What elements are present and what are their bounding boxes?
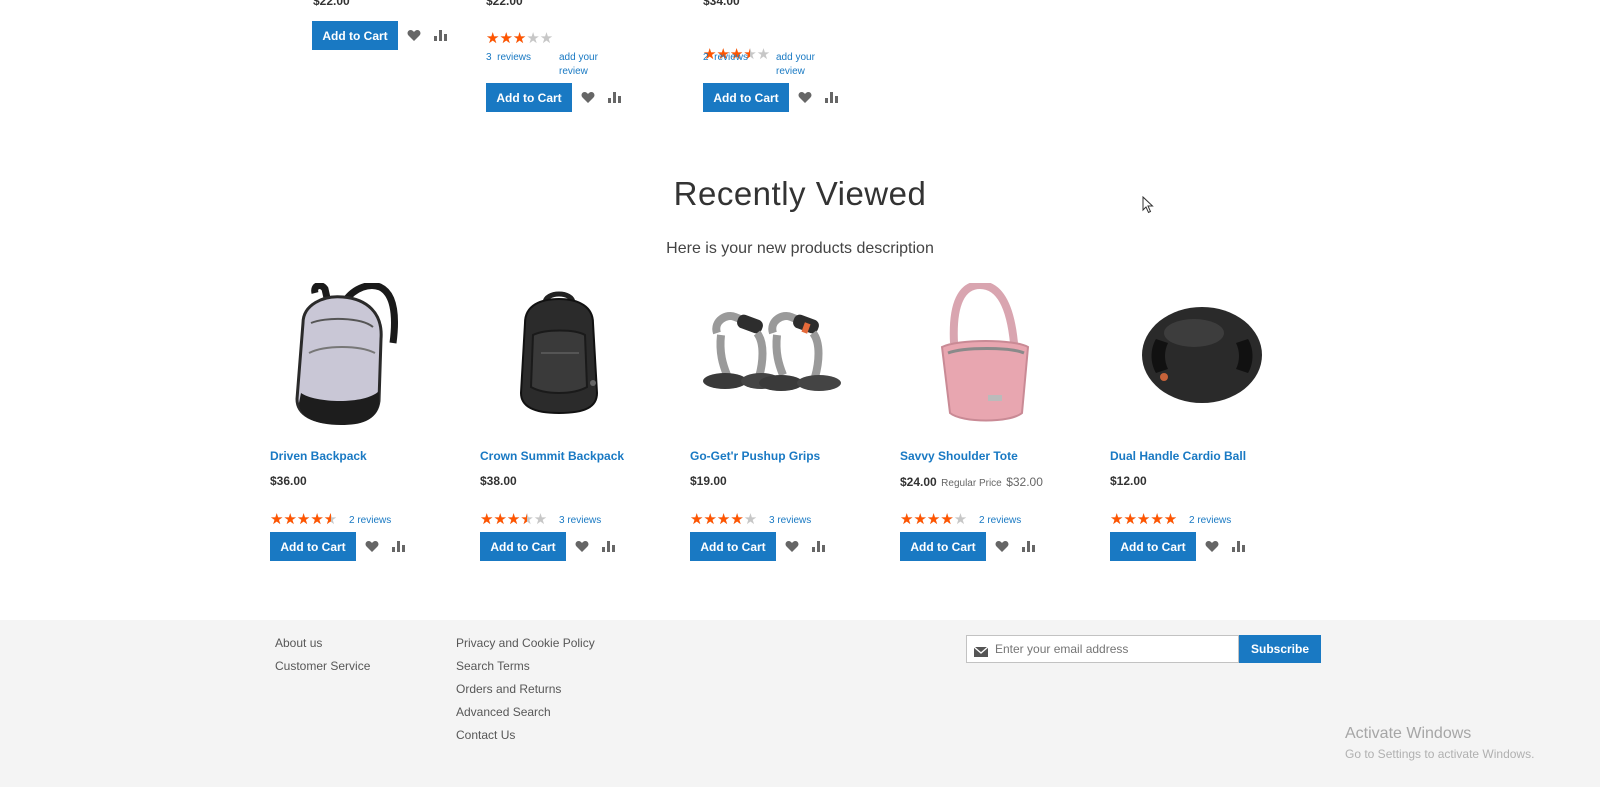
wishlist-heart-icon[interactable] <box>1203 537 1221 555</box>
product-price: $12.00 <box>1110 474 1147 488</box>
product-image[interactable] <box>489 283 629 431</box>
pushup-grips-icon <box>703 312 841 391</box>
reviews-link[interactable]: 3 reviews <box>559 515 601 526</box>
review-links: 2 reviews add your review <box>703 51 833 77</box>
rating-stars: ★★★★★★★★★★ <box>703 46 771 63</box>
regular-price: $32.00 <box>1006 475 1043 489</box>
compare-icon[interactable] <box>431 26 449 44</box>
add-review-link[interactable]: add your review <box>559 51 616 79</box>
cardio-ball-icon <box>1142 307 1262 403</box>
product-price: $22.00 <box>313 0 350 8</box>
wishlist-heart-icon[interactable] <box>796 88 814 106</box>
add-review-link[interactable]: add your review <box>776 51 833 79</box>
envelope-icon <box>973 644 989 662</box>
product-price: $24.00 <box>900 475 937 489</box>
product-card: Savvy Shoulder Tote $24.00 Regular Price… <box>900 280 1118 561</box>
wishlist-heart-icon[interactable] <box>783 537 801 555</box>
product-name-link[interactable]: Savvy Shoulder Tote <box>900 449 1018 463</box>
footer-link-privacy-policy[interactable]: Privacy and Cookie Policy <box>456 636 595 650</box>
product-card: Driven Backpack $36.00 ★★★★★★★★★★ 2 revi… <box>270 282 475 561</box>
wishlist-heart-icon[interactable] <box>579 88 597 106</box>
footer-link-search-terms[interactable]: Search Terms <box>456 659 530 673</box>
footer-link-customer-service[interactable]: Customer Service <box>275 659 370 673</box>
newsletter-email-field[interactable] <box>966 635 1239 663</box>
reviews-link[interactable]: 2 reviews <box>349 515 391 526</box>
tote-bag-icon <box>940 280 1030 422</box>
wishlist-heart-icon[interactable] <box>573 537 591 555</box>
compare-icon[interactable] <box>1229 537 1247 555</box>
newsletter-email-input[interactable] <box>995 640 1235 658</box>
windows-activation-title: Activate Windows <box>1345 725 1472 742</box>
reviews-link[interactable]: 3 reviews <box>769 515 811 526</box>
footer-link-orders-returns[interactable]: Orders and Returns <box>456 682 561 696</box>
product-card: Dual Handle Cardio Ball $12.00 ★★★★★ ★★★★… <box>1110 283 1332 561</box>
product-price: $36.00 <box>270 474 307 488</box>
reviews-link[interactable]: 2 reviews <box>1189 515 1231 526</box>
product-card: Crown Summit Backpack $38.00 ★★★★★★★★★★ … <box>480 283 689 561</box>
regular-price-label: Regular Price <box>941 478 1002 489</box>
add-to-cart-button[interactable]: Add to Cart <box>312 21 398 50</box>
add-to-cart-button[interactable]: Add to Cart <box>900 532 986 561</box>
product-image[interactable] <box>275 282 415 431</box>
product-image[interactable] <box>918 280 1058 431</box>
wishlist-heart-icon[interactable] <box>405 26 423 44</box>
product-name-link[interactable]: Crown Summit Backpack <box>480 449 624 463</box>
product-name-link[interactable]: Driven Backpack <box>270 449 367 463</box>
wishlist-heart-icon[interactable] <box>993 537 1011 555</box>
compare-icon[interactable] <box>389 537 407 555</box>
product-price: $22.00 <box>486 0 523 8</box>
add-to-cart-button[interactable]: Add to Cart <box>1110 532 1196 561</box>
add-to-cart-button[interactable]: Add to Cart <box>703 83 789 112</box>
subscribe-button[interactable]: Subscribe <box>1239 635 1321 663</box>
wishlist-heart-icon[interactable] <box>363 537 381 555</box>
add-to-cart-button[interactable]: Add to Cart <box>690 532 776 561</box>
reviews-link[interactable]: 2 reviews <box>979 515 1021 526</box>
price-box: $24.00 Regular Price $32.00 <box>900 473 1043 491</box>
product-name-link[interactable]: Dual Handle Cardio Ball <box>1110 449 1246 463</box>
footer: About us Customer Service Privacy and Co… <box>0 620 1600 787</box>
compare-icon[interactable] <box>822 88 840 106</box>
compare-icon[interactable] <box>1019 537 1037 555</box>
footer-link-advanced-search[interactable]: Advanced Search <box>456 705 551 719</box>
reviews-link[interactable]: 3 reviews <box>486 52 531 63</box>
add-to-cart-button[interactable]: Add to Cart <box>480 532 566 561</box>
product-price: $34.00 <box>703 0 740 8</box>
compare-icon[interactable] <box>599 537 617 555</box>
review-links: 3 reviews add your review <box>486 51 616 77</box>
reviews-link[interactable]: 2 reviews <box>703 52 748 63</box>
backpack-gray-icon <box>295 282 398 425</box>
backpack-black-icon <box>519 291 599 415</box>
rating-stars: ★★★★★★★★★★ <box>486 30 554 47</box>
add-to-cart-button[interactable]: Add to Cart <box>270 532 356 561</box>
mouse-cursor-icon <box>1142 195 1154 219</box>
footer-link-contact-us[interactable]: Contact Us <box>456 728 515 742</box>
compare-icon[interactable] <box>809 537 827 555</box>
product-price: $19.00 <box>690 474 727 488</box>
product-name-link[interactable]: Go-Get'r Pushup Grips <box>690 449 820 463</box>
footer-link-about-us[interactable]: About us <box>275 636 322 650</box>
compare-icon[interactable] <box>605 88 623 106</box>
windows-activation-subtitle: Go to Settings to activate Windows. <box>1345 747 1535 761</box>
section-description: Here is your new products description <box>666 240 934 257</box>
product-card: Go-Get'r Pushup Grips $19.00 ★★★★★★★★★★ … <box>690 283 903 561</box>
product-price: $38.00 <box>480 474 517 488</box>
add-to-cart-button[interactable]: Add to Cart <box>486 83 572 112</box>
section-title: Recently Viewed <box>673 175 927 212</box>
top-product-row: $22.00 Add to Cart $22.00 ★★★★★★★★★★ 3 r… <box>0 0 1600 112</box>
product-image[interactable] <box>703 283 853 431</box>
product-image[interactable] <box>1132 283 1272 431</box>
